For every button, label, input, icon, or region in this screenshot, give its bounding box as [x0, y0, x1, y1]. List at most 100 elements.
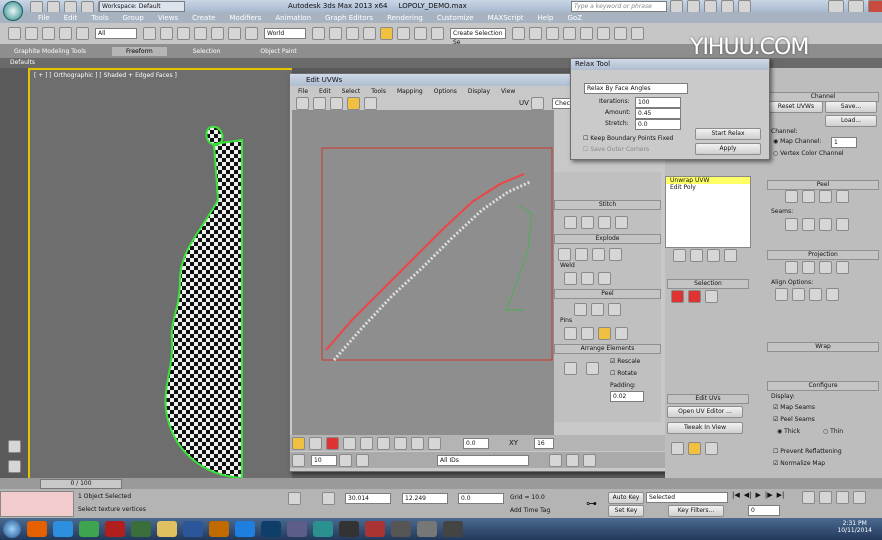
- stitch-icon[interactable]: [564, 215, 577, 229]
- stitch-3-icon[interactable]: [598, 215, 611, 229]
- rect-selection-icon[interactable]: [177, 27, 190, 40]
- stack-item-unwrap[interactable]: Unwrap UVW: [666, 177, 750, 184]
- explode-2-icon[interactable]: [575, 247, 588, 261]
- show-end-result-icon[interactable]: [690, 249, 703, 262]
- start-orb-icon[interactable]: [3, 520, 21, 538]
- uv-bottom-value1[interactable]: 0.0: [463, 437, 489, 449]
- app4-icon[interactable]: [443, 521, 463, 537]
- stretch-input[interactable]: 0.0: [635, 119, 681, 130]
- manipulate-icon[interactable]: [329, 27, 342, 40]
- relax-titlebar[interactable]: Relax Tool: [571, 59, 769, 70]
- workspace-dropdown[interactable]: Workspace: Default: [99, 1, 185, 12]
- zbrush-icon[interactable]: [339, 521, 359, 537]
- save-button[interactable]: Save...: [825, 101, 877, 113]
- menu-group[interactable]: Group: [123, 14, 144, 22]
- pin-icon[interactable]: [564, 326, 577, 340]
- menu-file[interactable]: File: [38, 14, 50, 22]
- pack-2-icon[interactable]: [586, 362, 599, 375]
- rescale-checkbox[interactable]: ☑ Rescale: [610, 358, 640, 365]
- clock[interactable]: 2:31 PM 10/11/2014: [837, 520, 872, 534]
- prevent-reflattening-checkbox[interactable]: ☐ Prevent Reflattening: [773, 448, 842, 455]
- rollout-projection[interactable]: Projection: [767, 250, 879, 260]
- edit-uv-tool-2-icon[interactable]: [688, 442, 701, 455]
- z-coord-input[interactable]: 0.0: [458, 493, 504, 504]
- pivot-icon[interactable]: [312, 27, 325, 40]
- explode-3-icon[interactable]: [592, 247, 605, 261]
- select-object-icon[interactable]: [143, 27, 156, 40]
- time-slider[interactable]: 0 / 100: [0, 478, 882, 489]
- uv-scale-icon[interactable]: [330, 96, 343, 110]
- rotate-icon[interactable]: [228, 27, 241, 40]
- uv-shell-inner[interactable]: [332, 180, 531, 361]
- map-seams-checkbox[interactable]: ☑ Map Seams: [773, 404, 815, 411]
- viewport-tool-icon[interactable]: [8, 440, 21, 453]
- undo-toolbar-icon[interactable]: [8, 27, 21, 40]
- tab-graphite-modeling[interactable]: Graphite Modeling Tools: [14, 48, 86, 55]
- menu-tools[interactable]: Tools: [91, 14, 108, 22]
- zoom-extents-icon[interactable]: [836, 491, 849, 504]
- uv-shell-small[interactable]: [505, 205, 533, 311]
- goto-end-icon[interactable]: ▶|: [777, 491, 785, 499]
- percent-snap-icon[interactable]: [397, 27, 410, 40]
- align-icon[interactable]: [529, 27, 542, 40]
- app3-icon[interactable]: [417, 521, 437, 537]
- peel-3-icon[interactable]: [608, 302, 621, 316]
- uv-menu-select[interactable]: Select: [342, 88, 361, 95]
- mirror-icon[interactable]: [512, 27, 525, 40]
- keep-boundary-checkbox[interactable]: ☐ Keep Boundary Points Fixed: [583, 135, 673, 142]
- cylindrical-map-icon[interactable]: [802, 261, 815, 274]
- uv-vertex-mode-icon[interactable]: [292, 436, 305, 450]
- folder-icon[interactable]: [157, 521, 177, 537]
- rollout-stitch[interactable]: Stitch: [554, 200, 661, 210]
- y-coord-input[interactable]: 12.249: [402, 493, 448, 504]
- stitch-4-icon[interactable]: [615, 215, 628, 229]
- reset-uvws-button[interactable]: Reset UVWs: [769, 101, 823, 113]
- relax-method-dropdown[interactable]: Relax By Face Angles: [584, 83, 688, 94]
- rollout-wrap[interactable]: Wrap: [767, 342, 879, 352]
- menu-maxscript[interactable]: MAXScript: [488, 14, 524, 22]
- tab-selection[interactable]: Selection: [193, 48, 221, 55]
- apply-button[interactable]: Apply: [695, 143, 761, 155]
- uv-menu-view[interactable]: View: [501, 88, 515, 95]
- schematic-icon[interactable]: [597, 27, 610, 40]
- absolute-mode-icon[interactable]: [322, 492, 335, 505]
- cinema-icon[interactable]: [287, 521, 307, 537]
- menu-animation[interactable]: Animation: [275, 14, 311, 22]
- weld-3-icon[interactable]: [598, 271, 611, 285]
- rollout-edit-uvs[interactable]: Edit UVs: [667, 394, 749, 404]
- align-y-icon[interactable]: [792, 288, 805, 301]
- goto-start-icon[interactable]: |◀: [732, 491, 740, 499]
- x-coord-input[interactable]: 30.014: [345, 493, 391, 504]
- uv-zoom-extents-icon[interactable]: [583, 453, 596, 467]
- lscm-icon[interactable]: [819, 190, 832, 203]
- weld-icon[interactable]: [564, 271, 577, 285]
- peel-icon[interactable]: [574, 302, 587, 316]
- uv-layout[interactable]: [292, 110, 554, 435]
- graphite-toggle-icon[interactable]: [563, 27, 576, 40]
- rollout-arrange[interactable]: Arrange Elements: [554, 344, 661, 354]
- illustrator-icon[interactable]: [209, 521, 229, 537]
- menu-customize[interactable]: Customize: [437, 14, 474, 22]
- named-selection-dropdown[interactable]: Create Selection Se: [450, 28, 506, 46]
- tab-object-paint[interactable]: Object Paint: [260, 48, 296, 55]
- key-selection-dropdown[interactable]: Selected: [646, 492, 728, 503]
- scale-icon[interactable]: [245, 27, 258, 40]
- auto-pin-icon[interactable]: [598, 326, 611, 340]
- explode-icon[interactable]: [558, 247, 571, 261]
- ie-icon[interactable]: [53, 521, 73, 537]
- point-to-point-seam-icon[interactable]: [785, 218, 798, 231]
- uv-zoom-icon[interactable]: [356, 453, 369, 467]
- uv-menu-edit[interactable]: Edit: [319, 88, 331, 95]
- thick-radio[interactable]: ◉ Thick: [777, 428, 800, 435]
- move-icon[interactable]: [211, 27, 224, 40]
- reset-peel-icon[interactable]: [836, 190, 849, 203]
- uv-rotate-icon[interactable]: [313, 96, 326, 110]
- reference-coord-dropdown[interactable]: World: [264, 28, 306, 39]
- uv-freeform-icon[interactable]: [347, 96, 360, 110]
- rotate-checkbox[interactable]: ☐ Rotate: [610, 370, 637, 377]
- planar-map-icon[interactable]: [785, 261, 798, 274]
- uv-grow-icon[interactable]: [360, 436, 373, 450]
- uv-menu-tools[interactable]: Tools: [371, 88, 386, 95]
- key-icon[interactable]: ⊶: [586, 497, 597, 510]
- uv-soft-sel-icon[interactable]: [428, 436, 441, 450]
